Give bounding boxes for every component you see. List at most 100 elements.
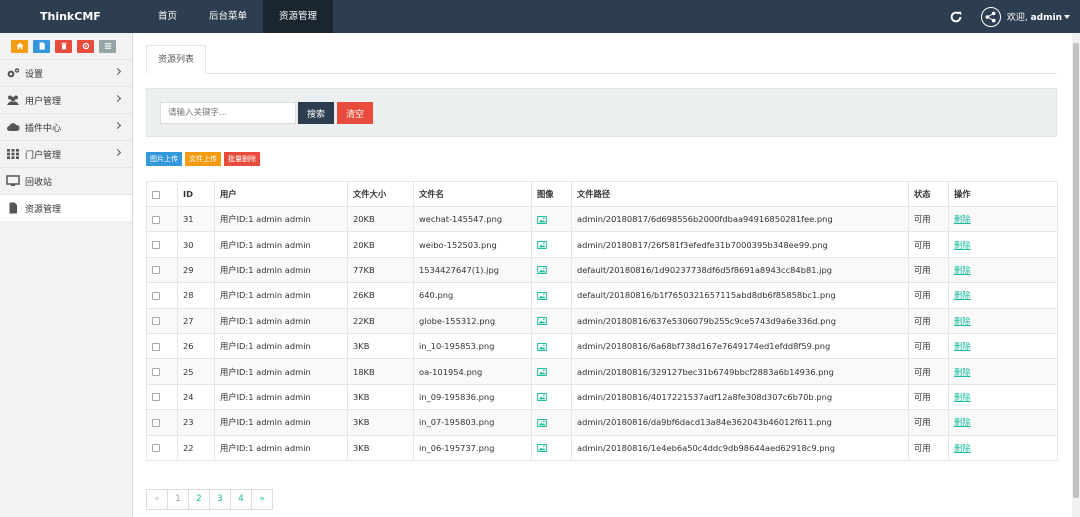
- cell-filename: oa-101954.png: [413, 358, 532, 385]
- trash-icon[interactable]: [55, 39, 72, 53]
- pagination-page-2[interactable]: 2: [188, 489, 210, 510]
- image-icon[interactable]: [537, 266, 547, 275]
- avatar[interactable]: [980, 6, 1001, 27]
- refresh-icon[interactable]: [949, 10, 963, 24]
- delete-link[interactable]: 删除: [954, 265, 971, 275]
- table-row: 23 用户ID:1 admin admin 3KB in_07-195803.png a…: [146, 409, 1058, 436]
- nav-item-home[interactable]: 首页: [142, 0, 193, 33]
- select-all-checkbox[interactable]: [152, 190, 160, 199]
- pagination-next[interactable]: »: [251, 489, 273, 510]
- resource-table: ID 用户 文件大小 文件名 图像 文件路径 状态 操作 31 用户ID:1 ad…: [146, 181, 1058, 461]
- image-icon[interactable]: [537, 342, 547, 351]
- search-form: 搜索 清空: [146, 88, 1057, 137]
- sidebar-item-resources[interactable]: 资源管理: [0, 194, 132, 221]
- image-icon[interactable]: [537, 418, 547, 427]
- delete-link[interactable]: 删除: [954, 392, 971, 402]
- table-row: 25 用户ID:1 admin admin 18KB oa-101954.png adm…: [146, 358, 1058, 385]
- upload-image-button[interactable]: 图片上传: [146, 152, 182, 166]
- cell-id: 25: [177, 358, 215, 385]
- cell-image: [531, 205, 572, 233]
- pagination: « 1 2 3 4 »: [146, 489, 273, 510]
- batch-delete-button[interactable]: 批量删除: [224, 152, 260, 166]
- delete-link[interactable]: 删除: [954, 316, 971, 326]
- file-icon[interactable]: [33, 39, 50, 53]
- cell-actions: 删除: [948, 434, 1058, 461]
- row-checkbox[interactable]: [152, 418, 160, 427]
- caret-down-icon[interactable]: [1064, 14, 1070, 19]
- pagination-page-4[interactable]: 4: [230, 489, 252, 510]
- cell-size: 20KB: [347, 231, 414, 258]
- image-icon[interactable]: [537, 241, 547, 250]
- cloud-icon: [6, 121, 20, 133]
- row-checkbox[interactable]: [152, 393, 160, 402]
- file-icon: [6, 202, 20, 214]
- cell-id: 26: [177, 332, 215, 360]
- cell-filename: weibo-152503.png: [413, 231, 532, 258]
- delete-link[interactable]: 删除: [954, 290, 971, 300]
- table-row: 22 用户ID:1 admin admin 3KB in_06-195737.png a…: [146, 434, 1058, 461]
- row-checkbox[interactable]: [152, 317, 160, 326]
- sidebar-item-users[interactable]: 用户管理: [0, 86, 132, 113]
- row-checkbox[interactable]: [152, 291, 160, 300]
- recycle-icon[interactable]: [77, 39, 94, 53]
- cell-image: [531, 383, 572, 411]
- row-checkbox[interactable]: [152, 266, 160, 275]
- row-checkbox[interactable]: [152, 342, 160, 351]
- pagination-page-3[interactable]: 3: [209, 489, 231, 510]
- row-checkbox[interactable]: [152, 241, 160, 250]
- search-input[interactable]: [160, 102, 296, 124]
- image-icon[interactable]: [537, 444, 547, 453]
- sidebar-item-settings[interactable]: 设置: [0, 59, 132, 86]
- cell-status: 可用: [908, 358, 949, 385]
- nav-item-admin-menu[interactable]: 后台菜单: [193, 0, 263, 33]
- cell-size: 18KB: [347, 358, 414, 385]
- cell-actions: 删除: [948, 231, 1058, 258]
- image-icon[interactable]: [537, 215, 547, 224]
- delete-link[interactable]: 删除: [954, 443, 971, 453]
- home-icon[interactable]: [11, 39, 28, 53]
- sidebar-item-label: 门户管理: [25, 150, 62, 161]
- cell-status: 可用: [908, 282, 949, 309]
- list-icon[interactable]: [99, 39, 116, 53]
- cell-size: 26KB: [347, 282, 414, 309]
- scrollbar-thumb[interactable]: [1073, 43, 1079, 498]
- search-button[interactable]: 搜索: [298, 102, 334, 124]
- image-icon[interactable]: [537, 393, 547, 402]
- column-header-id[interactable]: ID: [177, 181, 215, 207]
- row-select-cell: [146, 231, 178, 258]
- delete-link[interactable]: 删除: [954, 417, 971, 427]
- row-checkbox[interactable]: [152, 215, 160, 224]
- delete-link[interactable]: 删除: [954, 341, 971, 351]
- cell-image: [531, 282, 572, 309]
- cell-user: 用户ID:1 admin admin: [214, 332, 348, 360]
- user-area: 欢迎, admin: [949, 0, 1080, 33]
- sidebar-item-portal[interactable]: 门户管理: [0, 140, 132, 167]
- tab-resource-list[interactable]: 资源列表: [146, 45, 207, 74]
- sidebar-item-recycle-bin[interactable]: 回收站: [0, 167, 132, 194]
- sidebar-item-plugins[interactable]: 插件中心: [0, 113, 132, 140]
- welcome-text[interactable]: 欢迎, admin: [1007, 10, 1062, 23]
- nav-item-resource-management[interactable]: 资源管理: [263, 0, 334, 33]
- shortcut-buttons: [0, 33, 132, 59]
- cell-size: 3KB: [347, 434, 414, 461]
- upload-file-button[interactable]: 文件上传: [185, 152, 221, 166]
- sidebar-item-label: 用户管理: [25, 96, 62, 107]
- table-header-row: ID 用户 文件大小 文件名 图像 文件路径 状态 操作: [146, 181, 1058, 207]
- clear-button[interactable]: 清空: [337, 102, 373, 124]
- cell-path: admin/20180817/6d698556b2000fdbaa9491685…: [571, 205, 909, 233]
- delete-link[interactable]: 删除: [954, 214, 971, 224]
- row-select-cell: [146, 434, 178, 461]
- image-icon[interactable]: [537, 368, 547, 377]
- row-select-cell: [146, 358, 178, 385]
- brand-logo[interactable]: ThinkCMF: [40, 0, 101, 33]
- delete-link[interactable]: 删除: [954, 367, 971, 377]
- row-checkbox[interactable]: [152, 368, 160, 377]
- delete-link[interactable]: 删除: [954, 240, 971, 250]
- cell-path: admin/20180817/26f581f3efedfe31b7000395b…: [571, 231, 909, 258]
- vertical-scrollbar[interactable]: [1072, 33, 1080, 517]
- cell-size: 3KB: [347, 332, 414, 360]
- image-icon[interactable]: [537, 317, 547, 326]
- cell-status: 可用: [908, 205, 949, 233]
- image-icon[interactable]: [537, 291, 547, 300]
- row-checkbox[interactable]: [152, 444, 160, 453]
